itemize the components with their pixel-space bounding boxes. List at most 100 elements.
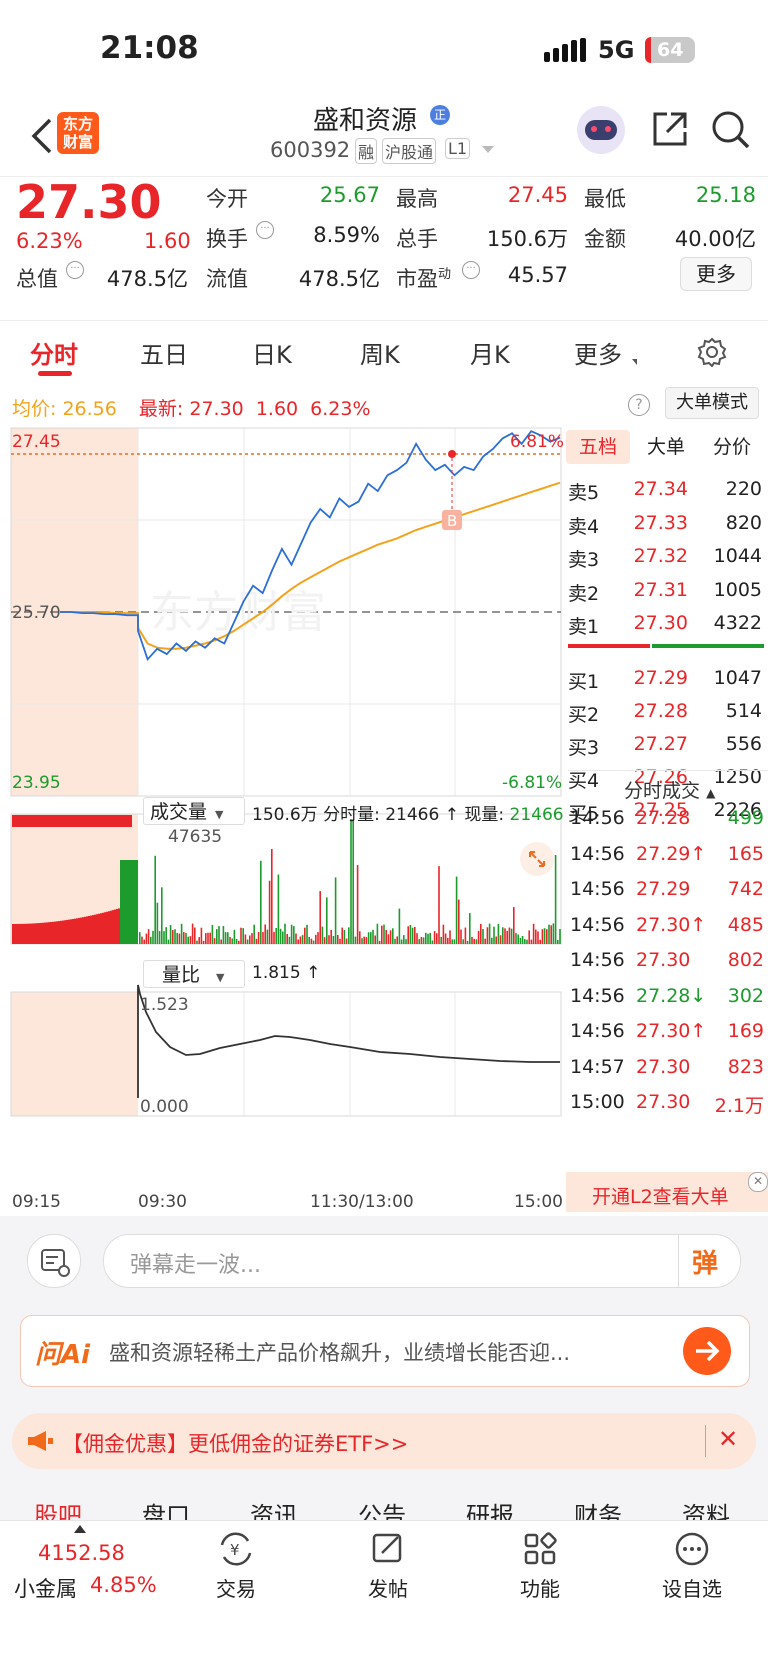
auction-bar [122,815,124,827]
more-dots-icon[interactable] [674,1531,710,1567]
volume-bar [394,938,396,944]
volume-bar [154,855,156,944]
more-button[interactable]: 更多 [680,257,752,291]
volume-bar [405,939,407,944]
volume-bar [315,934,317,944]
expand-icon[interactable] [520,842,554,876]
danmu-send-button[interactable]: 弹 [692,1243,718,1280]
auction-bar [48,815,50,827]
auction-bar [86,815,88,827]
ask-row[interactable]: 卖1 27.30 4322 [568,612,764,640]
tab-profile[interactable]: 资料 [682,1496,730,1520]
auction-bar [58,921,60,944]
search-icon[interactable] [711,110,751,150]
edit-icon[interactable] [370,1531,406,1567]
arrow-right-icon[interactable] [683,1327,731,1375]
auction-bar [66,815,68,827]
tab-news[interactable]: 资讯 [250,1496,298,1520]
auction-bar [112,815,114,827]
info-icon[interactable]: ··· [66,261,84,279]
volume-bar [253,924,255,944]
auction-bar [92,815,94,827]
danmu-input[interactable]: 弹幕走一波... 弹 [103,1234,741,1288]
close-icon[interactable]: ✕ [748,1172,768,1192]
volume-selector[interactable]: 成交量 ▼ [143,797,245,825]
auction-bar [46,815,48,827]
ai-banner[interactable]: 问Ai 盛和资源轻稀土产品价格飙升，业绩增长能否迎... [20,1315,750,1387]
volume-bar [557,940,559,944]
close-icon[interactable]: ✕ [718,1425,738,1453]
trades-title: 分时成交 ▲ [624,780,716,802]
tab-forum[interactable]: 股吧 [34,1496,82,1520]
auction-bar [78,815,80,827]
add-watchlist-button[interactable]: 设自选 [652,1573,732,1602]
promo-banner[interactable]: 【佣金优惠】更低佣金的证券ETF>> ✕ [12,1413,756,1469]
auction-bar [12,815,14,827]
volume-bar [224,932,227,944]
trade-time: 15:00 [570,1091,625,1113]
back-icon[interactable] [28,118,58,154]
volume-bar [310,938,313,944]
level-price: 27.29 [633,667,688,689]
tab-financials[interactable]: 财务 [574,1496,622,1520]
danmu-toggle-icon[interactable] [27,1234,81,1288]
volume-bar [473,938,475,944]
volume-bar [537,931,539,944]
functions-button[interactable]: 功能 [500,1573,580,1602]
tab-announcements[interactable]: 公告 [358,1496,406,1520]
volume-bar [205,933,207,944]
trade-time: 14:56 [570,842,625,865]
info-icon[interactable]: ··· [256,221,274,239]
post-button[interactable]: 发帖 [348,1573,428,1602]
volume-bar [178,933,181,944]
ask-row[interactable]: 卖5 27.34 220 [568,478,764,506]
index-name[interactable]: 小金属 [14,1573,77,1603]
tab-daily-k[interactable]: 日K [252,335,292,370]
trade-time: 14:56 [570,807,625,829]
trade-price: 27.28 [636,807,691,829]
tab-weekly-k[interactable]: 周K [360,335,400,370]
robot-avatar-icon[interactable] [577,106,625,154]
auction-bar [106,911,108,944]
ask-row[interactable]: 卖3 27.32 1044 [568,545,764,573]
active-tab-underline [38,371,72,376]
pct-bottom-label: -6.81% [502,773,562,793]
tab-five-levels[interactable]: 五档 [566,430,630,464]
bid-row[interactable]: 买3 27.27 556 [568,733,764,761]
tab-more[interactable]: 更多 [574,335,622,370]
trade-icon[interactable]: ¥ [216,1531,256,1567]
volume-bar [264,924,266,944]
tab-orderbook[interactable]: 盘口 [142,1496,190,1520]
tab-price-distribution[interactable]: 分价 [700,430,764,464]
bid-row[interactable]: 买1 27.29 1047 [568,667,764,695]
auction-bar [20,815,22,827]
l2-promo-text[interactable]: 开通L2查看大单 [592,1182,729,1209]
tab-intraday[interactable]: 分时 [30,335,78,370]
volume-bar [427,933,429,944]
trade-button[interactable]: 交易 [196,1573,276,1602]
volume-bar [504,928,506,944]
tab-5day[interactable]: 五日 [140,335,188,370]
auction-bar [72,815,74,827]
info-icon[interactable]: ··· [462,261,480,279]
apps-icon[interactable] [522,1531,558,1567]
level-label: 卖3 [568,549,600,571]
tag-margin: 融 [355,138,378,164]
chevron-down-icon[interactable] [482,146,494,153]
pe-value: 45.57 [507,263,568,287]
bid-row[interactable]: 买2 27.28 514 [568,700,764,728]
gear-icon[interactable] [697,337,727,368]
tab-reports[interactable]: 研报 [466,1496,514,1520]
auction-bar [64,815,66,827]
auction-bar [24,815,26,827]
ask-row[interactable]: 卖2 27.31 1005 [568,579,764,607]
index-value[interactable]: 4152.58 [38,1541,125,1565]
tab-big-orders[interactable]: 大单 [634,430,698,464]
promo-text[interactable]: 【佣金优惠】更低佣金的证券ETF>> [62,1428,408,1458]
tab-monthly-k[interactable]: 月K [470,335,510,370]
index-pct[interactable]: 4.85% [90,1573,157,1597]
level-volume: 4322 [713,612,762,634]
ratio-selector[interactable]: 量比 ▼ [143,960,245,988]
ask-row[interactable]: 卖4 27.33 820 [568,512,764,540]
share-icon[interactable] [651,110,689,148]
